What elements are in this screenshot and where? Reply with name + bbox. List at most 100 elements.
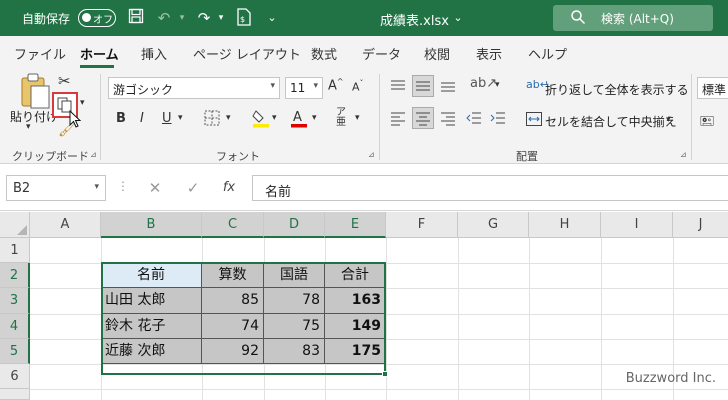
- paste-button-label[interactable]: 貼り付け: [10, 108, 58, 125]
- table-cell[interactable]: 山田 太郎: [101, 288, 202, 314]
- merge-center-icon[interactable]: [526, 112, 542, 129]
- fill-handle[interactable]: [382, 371, 388, 377]
- table-cell[interactable]: 74: [202, 314, 264, 339]
- row-header-5[interactable]: 5: [0, 339, 30, 364]
- search-box[interactable]: 検索 (Alt+Q): [553, 5, 713, 31]
- fill-color-icon[interactable]: [252, 108, 270, 131]
- column-header-f[interactable]: F: [386, 212, 458, 238]
- font-color-icon[interactable]: A: [290, 108, 308, 131]
- tab-help[interactable]: ヘルプ: [528, 44, 567, 63]
- table-cell[interactable]: 149: [325, 314, 386, 339]
- redo-dropdown-icon[interactable]: ▾: [211, 8, 231, 28]
- font-color-dropdown-icon[interactable]: ▾: [312, 113, 317, 123]
- align-top-icon[interactable]: [390, 78, 406, 97]
- borders-dropdown-icon[interactable]: ▾: [226, 113, 231, 123]
- paste-icon[interactable]: [18, 72, 52, 112]
- table-header-cell[interactable]: 合計: [325, 263, 386, 288]
- column-header-e[interactable]: E: [325, 212, 386, 238]
- table-cell[interactable]: 92: [202, 339, 264, 364]
- formula-bar-grip-icon[interactable]: ⋮: [117, 179, 129, 193]
- column-header-j[interactable]: J: [673, 212, 728, 238]
- column-header-i[interactable]: I: [601, 212, 673, 238]
- fill-color-dropdown-icon[interactable]: ▾: [272, 113, 277, 123]
- table-cell[interactable]: 近藤 次郎: [101, 339, 202, 364]
- table-cell[interactable]: 85: [202, 288, 264, 314]
- table-cell[interactable]: 鈴木 花子: [101, 314, 202, 339]
- font-name-dropdown[interactable]: 游ゴシック ▾: [108, 77, 280, 99]
- column-header-b[interactable]: B: [101, 212, 202, 238]
- name-box[interactable]: B2 ▾: [6, 175, 106, 201]
- column-header-d[interactable]: D: [264, 212, 325, 238]
- column-header-h[interactable]: H: [529, 212, 601, 238]
- align-bottom-icon[interactable]: [440, 78, 456, 97]
- column-header-g[interactable]: G: [458, 212, 529, 238]
- orientation-dropdown-icon[interactable]: ▾: [495, 80, 500, 90]
- underline-dropdown-icon[interactable]: ▾: [178, 113, 183, 123]
- tab-page-layout[interactable]: ページ レイアウト: [193, 44, 301, 63]
- insert-function-icon[interactable]: fx: [218, 177, 240, 199]
- merge-center-button[interactable]: セルを結合して中央揃え: [545, 113, 677, 130]
- decrease-font-size-icon[interactable]: Aˇ: [352, 79, 364, 94]
- tab-file[interactable]: ファイル: [14, 44, 66, 63]
- align-right-icon[interactable]: [440, 110, 456, 129]
- tab-insert[interactable]: 挿入: [141, 44, 167, 63]
- row-header-1[interactable]: 1: [0, 238, 30, 263]
- row-header-2[interactable]: 2: [0, 263, 30, 288]
- underline-button[interactable]: U: [162, 111, 172, 126]
- tab-review[interactable]: 校閲: [424, 44, 450, 63]
- increase-indent-icon[interactable]: [490, 110, 506, 129]
- font-group-label: フォント: [216, 150, 260, 163]
- formula-input[interactable]: 名前: [252, 175, 728, 201]
- table-header-cell[interactable]: 名前: [101, 263, 202, 288]
- customize-qat-icon[interactable]: ⌄: [262, 8, 282, 28]
- tab-view[interactable]: 表示: [476, 44, 502, 63]
- table-header-cell[interactable]: 国語: [264, 263, 325, 288]
- borders-icon[interactable]: [204, 110, 220, 129]
- undo-icon[interactable]: ↶: [154, 8, 174, 28]
- save-icon[interactable]: [126, 8, 146, 28]
- row-header-3[interactable]: 3: [0, 288, 30, 314]
- bold-button[interactable]: B: [116, 111, 126, 126]
- increase-font-size-icon[interactable]: A^: [328, 77, 344, 93]
- decrease-indent-icon[interactable]: [466, 110, 482, 129]
- align-left-icon[interactable]: [390, 110, 406, 129]
- table-cell[interactable]: 163: [325, 288, 386, 314]
- currency-format-icon[interactable]: 🖭: [700, 112, 714, 133]
- select-all-button[interactable]: [0, 212, 30, 238]
- row-header-7[interactable]: [0, 389, 30, 400]
- autosave-toggle[interactable]: オフ: [78, 9, 116, 27]
- font-launcher-icon[interactable]: ⊿: [368, 150, 375, 159]
- wrap-text-button[interactable]: 折り返して全体を表示する: [545, 81, 689, 98]
- phonetic-guide-icon[interactable]: ア亜: [336, 108, 346, 128]
- tab-home[interactable]: ホーム: [80, 44, 119, 63]
- italic-button[interactable]: I: [140, 111, 144, 126]
- cut-icon[interactable]: ✂: [58, 72, 71, 90]
- merge-dropdown-icon[interactable]: ▾: [666, 115, 671, 125]
- table-cell[interactable]: 83: [264, 339, 325, 364]
- confirm-entry-icon[interactable]: ✓: [182, 177, 204, 199]
- align-center-icon[interactable]: [412, 107, 434, 129]
- row-header-4[interactable]: 4: [0, 314, 30, 339]
- table-cell[interactable]: 175: [325, 339, 386, 364]
- tab-data[interactable]: データ: [362, 44, 401, 63]
- column-header-c[interactable]: C: [202, 212, 264, 238]
- table-cell[interactable]: 78: [264, 288, 325, 314]
- tab-formulas[interactable]: 数式: [311, 44, 337, 63]
- cancel-entry-icon[interactable]: ✕: [144, 177, 166, 199]
- file-format-icon[interactable]: $: [234, 8, 254, 28]
- table-cell[interactable]: 75: [264, 314, 325, 339]
- orientation-icon[interactable]: ab↗: [470, 76, 497, 91]
- align-middle-icon[interactable]: [412, 75, 434, 97]
- table-header-cell[interactable]: 算数: [202, 263, 264, 288]
- alignment-launcher-icon[interactable]: ⊿: [680, 150, 687, 159]
- column-header-a[interactable]: A: [30, 212, 101, 238]
- clipboard-launcher-icon[interactable]: ⊿: [90, 150, 97, 159]
- undo-dropdown-icon[interactable]: ▾: [172, 8, 192, 28]
- font-size-dropdown[interactable]: 11 ▾: [285, 77, 323, 99]
- phonetic-dropdown-icon[interactable]: ▾: [355, 113, 360, 123]
- row-header-6[interactable]: 6: [0, 364, 30, 389]
- title-chevron-down-icon[interactable]: ⌄: [448, 8, 468, 28]
- number-format-dropdown[interactable]: 標準: [697, 77, 728, 99]
- copy-dropdown-icon[interactable]: ▾: [80, 98, 85, 108]
- paste-dropdown-icon[interactable]: ▾: [26, 122, 31, 132]
